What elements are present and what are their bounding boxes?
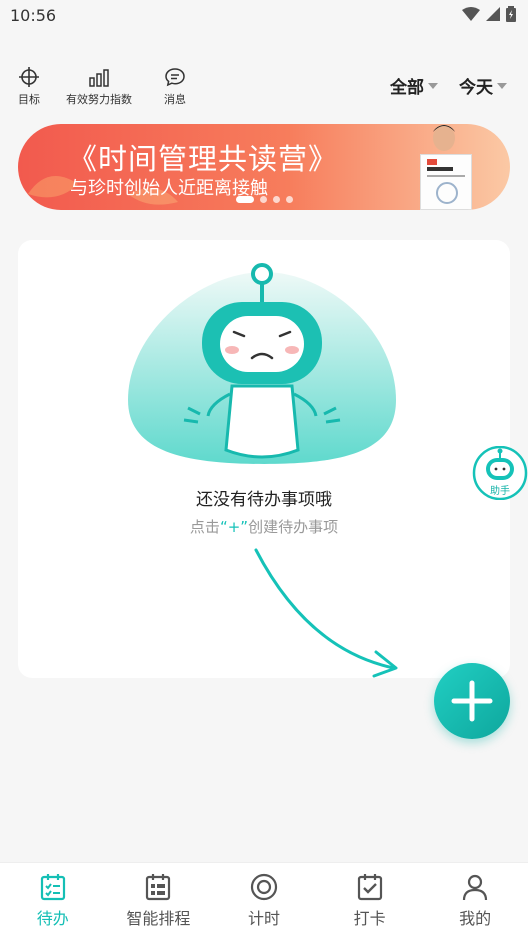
hint-plus: “+” bbox=[219, 518, 249, 536]
tab-label: 我的 bbox=[459, 909, 492, 928]
hint-suffix: 创建待办事项 bbox=[248, 518, 339, 536]
pagination-dot[interactable] bbox=[273, 196, 280, 203]
tab-label: 待办 bbox=[36, 909, 69, 928]
book-cover-icon bbox=[420, 154, 472, 210]
timer-icon bbox=[250, 873, 278, 901]
caret-down-icon bbox=[497, 82, 507, 89]
message-icon bbox=[165, 68, 185, 87]
messages-label: 消息 bbox=[164, 93, 186, 106]
goal-label: 目标 bbox=[18, 93, 40, 106]
hint-prefix: 点击 bbox=[189, 518, 220, 536]
bottom-tab-bar: 待办 智能排程 计时 打卡 我的 bbox=[0, 862, 528, 939]
tab-profile[interactable]: 我的 bbox=[422, 863, 528, 939]
book-art-icon bbox=[427, 159, 465, 204]
empty-state-hint: 点击“+”创建待办事项 bbox=[18, 516, 510, 537]
todo-list-card: 还没有待办事项哦 点击“+”创建待办事项 bbox=[18, 240, 510, 678]
date-filter-dropdown[interactable]: 今天 bbox=[459, 73, 507, 98]
pagination-dot[interactable] bbox=[236, 196, 254, 203]
caret-down-icon bbox=[428, 82, 438, 89]
banner-pagination bbox=[236, 196, 293, 203]
tab-smart-schedule[interactable]: 智能排程 bbox=[106, 863, 212, 939]
goal-button[interactable]: 目标 bbox=[18, 66, 40, 107]
tab-todo[interactable]: 待办 bbox=[0, 863, 106, 939]
checkin-icon bbox=[357, 874, 382, 901]
status-time: 10:56 bbox=[10, 6, 57, 25]
profile-icon bbox=[463, 874, 488, 901]
effort-index-label: 有效努力指数 bbox=[66, 93, 132, 106]
schedule-icon bbox=[146, 874, 171, 901]
todo-icon bbox=[40, 874, 65, 901]
pagination-dot[interactable] bbox=[260, 196, 267, 203]
sad-robot-illustration-icon bbox=[128, 263, 396, 464]
wifi-icon bbox=[462, 7, 480, 21]
plus-icon bbox=[451, 680, 493, 722]
status-icons bbox=[462, 6, 516, 22]
banner-title: 《时间管理共读营》 bbox=[68, 142, 339, 176]
top-toolbar: 目标 有效努力指数 消息 全部 今天 bbox=[0, 66, 528, 110]
messages-button[interactable]: 消息 bbox=[164, 66, 186, 107]
tab-checkin[interactable]: 打卡 bbox=[317, 863, 423, 939]
tab-timer[interactable]: 计时 bbox=[211, 863, 317, 939]
tab-label: 智能排程 bbox=[126, 909, 191, 928]
battery-icon bbox=[506, 6, 516, 22]
promo-banner[interactable]: 《时间管理共读营》 与珍时创始人近距离接触 bbox=[18, 124, 510, 210]
signal-icon bbox=[486, 7, 500, 21]
add-todo-button[interactable] bbox=[434, 663, 510, 739]
assistant-label: 助手 bbox=[490, 486, 510, 497]
tab-label: 计时 bbox=[247, 909, 280, 928]
bar-chart-icon bbox=[89, 69, 109, 87]
empty-state-title: 还没有待办事项哦 bbox=[196, 490, 332, 510]
pagination-dot[interactable] bbox=[286, 196, 293, 203]
scope-filter-dropdown[interactable]: 全部 bbox=[390, 73, 438, 98]
date-filter-label: 今天 bbox=[459, 78, 493, 98]
effort-index-button[interactable]: 有效努力指数 bbox=[66, 66, 132, 107]
target-icon bbox=[19, 67, 39, 87]
tab-label: 打卡 bbox=[353, 909, 386, 928]
status-bar: 10:56 bbox=[0, 0, 528, 32]
scope-filter-label: 全部 bbox=[390, 78, 424, 98]
assistant-button[interactable]: 助手 bbox=[472, 446, 528, 500]
